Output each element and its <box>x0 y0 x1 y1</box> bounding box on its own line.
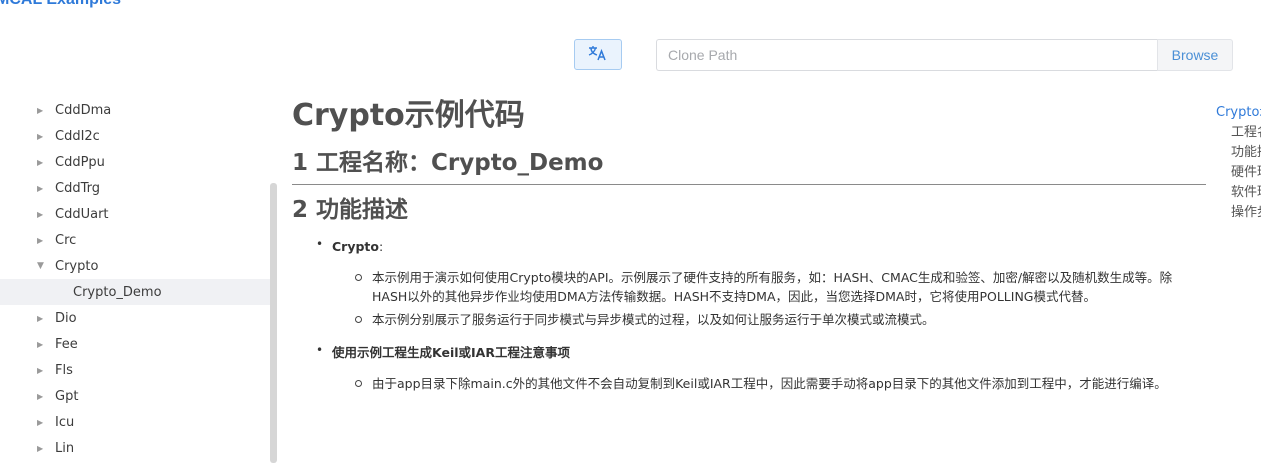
toc-item-steps[interactable]: 操作步骤 <box>1216 203 1261 223</box>
toc-item-hardware[interactable]: 硬件环境 <box>1216 163 1261 183</box>
browse-button[interactable]: Browse <box>1157 39 1233 71</box>
list-item-suffix: : <box>379 239 384 254</box>
sidebar-item-label: Crypto_Demo <box>73 284 162 300</box>
table-of-contents: Crypto示例代码 工程名称 功能描述 硬件环境 软件环境 操作步骤 <box>1216 103 1261 223</box>
caret-right-icon: ▶ <box>37 313 44 323</box>
caret-right-icon: ▶ <box>37 209 44 219</box>
toc-item-title[interactable]: Crypto示例代码 <box>1216 103 1261 123</box>
sidebar-item-icu[interactable]: ▶ Icu <box>0 409 270 435</box>
circle-bullet-icon <box>355 380 362 387</box>
toc-item-project-name[interactable]: 工程名称 <box>1216 123 1261 143</box>
caret-right-icon: ▶ <box>37 157 44 167</box>
sidebar-item-label: Fls <box>55 362 73 378</box>
caret-right-icon: ▶ <box>37 391 44 401</box>
sidebar-item-crc[interactable]: ▶ Crc <box>0 227 270 253</box>
clone-path-input[interactable] <box>656 39 1157 71</box>
sidebar-item-dio[interactable]: ▶ Dio <box>0 305 270 331</box>
sidebar-item-label: Fee <box>55 336 78 352</box>
list-item: • Crypto: 本示例用于演示如何使用Crypto模块的API。示例展示了硬… <box>292 237 1206 329</box>
sidebar-item-label: CddTrg <box>55 180 100 196</box>
caret-right-icon: ▶ <box>37 365 44 375</box>
sidebar-scrollbar[interactable] <box>270 183 277 463</box>
sidebar-tree: ▶ CddDma ▶ CddI2c ▶ CddPpu ▶ CddTrg ▶ Cd… <box>0 97 270 461</box>
sidebar-item-gpt[interactable]: ▶ Gpt <box>0 383 270 409</box>
sidebar-item-cdddma[interactable]: ▶ CddDma <box>0 97 270 123</box>
sidebar-item-fls[interactable]: ▶ Fls <box>0 357 270 383</box>
sidebar-item-label: Crypto <box>55 258 99 274</box>
sub-list-text: 由于app目录下除main.c外的其他文件不会自动复制到Keil或IAR工程中，… <box>372 376 1167 391</box>
sidebar-item-cddtrg[interactable]: ▶ CddTrg <box>0 175 270 201</box>
sidebar-item-lin[interactable]: ▶ Lin <box>0 435 270 461</box>
sidebar-item-cddi2c[interactable]: ▶ CddI2c <box>0 123 270 149</box>
caret-right-icon: ▶ <box>37 235 44 245</box>
main-content: Crypto示例代码 1 工程名称：Crypto_Demo 2 功能描述 • C… <box>292 96 1206 407</box>
feature-list: • Crypto: 本示例用于演示如何使用Crypto模块的API。示例展示了硬… <box>292 237 1206 393</box>
caret-right-icon: ▶ <box>37 339 44 349</box>
sidebar-item-cdduart[interactable]: ▶ CddUart <box>0 201 270 227</box>
sidebar-item-label: Gpt <box>55 388 79 404</box>
circle-bullet-icon <box>355 274 362 281</box>
page-title: Crypto示例代码 <box>292 98 525 133</box>
sidebar-item-cddppu[interactable]: ▶ CddPpu <box>0 149 270 175</box>
toc-item-software[interactable]: 软件环境 <box>1216 183 1261 203</box>
sidebar-item-label: CddPpu <box>55 154 105 170</box>
sub-list-item: 由于app目录下除main.c外的其他文件不会自动复制到Keil或IAR工程中，… <box>332 374 1206 393</box>
list-item-title: Crypto <box>332 239 379 254</box>
section-heading-function: 2 功能描述 <box>292 197 409 223</box>
sidebar-item-label: CddDma <box>55 102 112 118</box>
sidebar-item-label: Icu <box>55 414 75 430</box>
sidebar-item-label: CddUart <box>55 206 109 222</box>
sidebar-item-label: CddI2c <box>55 128 100 144</box>
sub-list-item: 本示例分别展示了服务运行于同步模式与异步模式的过程，以及如何让服务运行于单次模式… <box>332 310 1206 329</box>
section-heading-project-name: 1 工程名称：Crypto_Demo <box>292 148 1206 185</box>
sub-list: 本示例用于演示如何使用Crypto模块的API。示例展示了硬件支持的所有服务，如… <box>332 268 1206 329</box>
app-title: MCAL Examples <box>0 0 121 9</box>
sub-list-text: 本示例分别展示了服务运行于同步模式与异步模式的过程，以及如何让服务运行于单次模式… <box>372 312 935 327</box>
caret-right-icon: ▶ <box>37 105 44 115</box>
translate-icon <box>588 45 608 65</box>
circle-bullet-icon <box>355 316 362 323</box>
list-item: • 使用示例工程生成Keil或IAR工程注意事项 由于app目录下除main.c… <box>292 343 1206 393</box>
caret-right-icon: ▶ <box>37 443 44 453</box>
sub-list-text: 本示例用于演示如何使用Crypto模块的API。示例展示了硬件支持的所有服务，如… <box>372 270 1173 304</box>
sidebar-item-label: Crc <box>55 232 77 248</box>
sidebar-item-fee[interactable]: ▶ Fee <box>0 331 270 357</box>
sub-list: 由于app目录下除main.c外的其他文件不会自动复制到Keil或IAR工程中，… <box>332 374 1206 393</box>
sidebar-item-crypto-demo[interactable]: Crypto_Demo <box>0 279 270 305</box>
toc-item-function[interactable]: 功能描述 <box>1216 143 1261 163</box>
caret-right-icon: ▶ <box>37 417 44 427</box>
translate-button[interactable] <box>574 39 622 70</box>
caret-right-icon: ▶ <box>37 131 44 141</box>
sidebar-item-crypto[interactable]: ▼ Crypto <box>0 253 270 279</box>
bullet-icon: • <box>316 237 324 251</box>
bullet-icon: • <box>316 343 324 357</box>
caret-right-icon: ▶ <box>37 183 44 193</box>
sidebar-item-label: Lin <box>55 440 75 456</box>
list-item-title: 使用示例工程生成Keil或IAR工程注意事项 <box>332 345 570 360</box>
sidebar-item-label: Dio <box>55 310 77 326</box>
caret-down-icon: ▼ <box>37 261 44 271</box>
sub-list-item: 本示例用于演示如何使用Crypto模块的API。示例展示了硬件支持的所有服务，如… <box>332 268 1206 306</box>
